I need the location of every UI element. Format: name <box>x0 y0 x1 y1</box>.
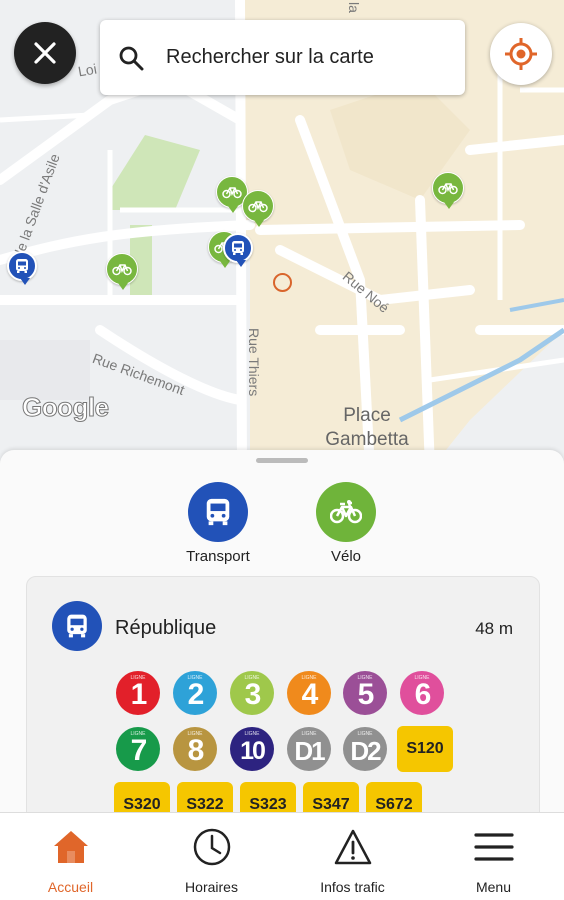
line-badge-3[interactable]: LIGNE 3 <box>230 671 274 715</box>
express-line-s322[interactable]: S322 <box>177 782 233 812</box>
line-badge-7[interactable]: LIGNE 7 <box>116 727 160 771</box>
selected-location-marker[interactable] <box>273 273 292 292</box>
google-logo: Google <box>22 392 110 423</box>
close-button[interactable] <box>14 22 76 84</box>
bus-stop-pin[interactable] <box>7 251 37 285</box>
line-number: D2 <box>350 735 381 766</box>
line-number: 8 <box>187 734 205 767</box>
line-number: 7 <box>130 734 148 767</box>
express-line-s120[interactable]: S120 <box>397 726 453 772</box>
bike-station-pin[interactable] <box>242 190 274 227</box>
bus-icon <box>16 259 28 273</box>
home-icon <box>49 825 93 869</box>
close-icon <box>34 42 56 64</box>
bus-icon <box>206 498 230 526</box>
line-prefix: LIGNE <box>357 675 373 681</box>
nav-item-accueil[interactable]: Accueil <box>0 813 141 900</box>
bike-icon <box>222 187 242 199</box>
nav-label: Horaires <box>185 879 238 895</box>
line-prefix: LIGNE <box>357 731 373 737</box>
bike-station-pin[interactable] <box>432 172 464 209</box>
line-prefix: LIGNE <box>301 731 317 737</box>
search-bar[interactable]: Rechercher sur la carte <box>100 20 465 95</box>
warning-icon <box>331 825 375 869</box>
line-prefix: LIGNE <box>130 731 146 737</box>
street-label-partial-la: la <box>346 2 362 13</box>
line-number: 3 <box>244 678 262 711</box>
street-label-partial-loi: Loi <box>76 60 98 80</box>
street-label-thiers: Rue Thiers <box>246 328 262 397</box>
line-prefix: LIGNE <box>187 731 203 737</box>
line-prefix: LIGNE <box>301 675 317 681</box>
stop-name: République <box>115 617 217 639</box>
line-number: D1 <box>294 735 325 766</box>
express-line-s320[interactable]: S320 <box>114 782 170 812</box>
line-number: 4 <box>301 678 319 711</box>
my-location-button[interactable] <box>490 23 552 85</box>
stop-distance: 48 m <box>475 619 513 638</box>
line-badge-4[interactable]: LIGNE 4 <box>287 671 331 715</box>
line-prefix: LIGNE <box>187 675 203 681</box>
mode-velo-button[interactable]: Vélo <box>291 482 401 565</box>
crosshair-location-icon <box>505 38 537 70</box>
stop-bus-icon <box>52 601 102 651</box>
line-badge-8[interactable]: LIGNE 8 <box>173 727 217 771</box>
velo-mode-circle <box>316 482 376 542</box>
line-number: 10 <box>240 736 266 765</box>
line-number: 6 <box>414 678 432 711</box>
nav-label: Infos trafic <box>320 879 385 895</box>
bike-station-pin[interactable] <box>106 253 138 290</box>
place-label-line-2: Gambetta <box>325 429 409 450</box>
nav-item-infos-trafic[interactable]: Infos trafic <box>282 813 423 900</box>
line-badge-d2[interactable]: LIGNE D2 <box>343 727 387 771</box>
line-number: 5 <box>357 678 375 711</box>
menu-icon <box>472 825 516 869</box>
line-prefix: LIGNE <box>244 675 260 681</box>
map-view[interactable]: de la Salle d'Asile Rue Richemont Rue Th… <box>0 0 564 470</box>
stop-card[interactable]: République 48 m LIGNE 1 LIGNE 2 LIGNE 3 … <box>26 576 540 812</box>
sheet-drag-handle[interactable] <box>256 458 308 463</box>
line-badge-1[interactable]: LIGNE 1 <box>116 671 160 715</box>
mode-transport-button[interactable]: Transport <box>163 482 273 565</box>
line-prefix: LIGNE <box>130 675 146 681</box>
express-line-s323[interactable]: S323 <box>240 782 296 812</box>
line-prefix: LIGNE <box>244 731 260 737</box>
search-icon <box>119 46 144 70</box>
search-placeholder[interactable]: Rechercher sur la carte <box>166 46 374 69</box>
express-line-s347[interactable]: S347 <box>303 782 359 812</box>
bike-icon <box>438 183 458 195</box>
line-prefix: LIGNE <box>414 675 430 681</box>
bottom-sheet[interactable]: Transport Vélo République 48 m LIGNE 1 L… <box>0 450 564 812</box>
bike-icon <box>248 201 268 213</box>
line-number: 1 <box>130 678 148 711</box>
bus-icon <box>232 241 244 255</box>
nav-item-horaires[interactable]: Horaires <box>141 813 282 900</box>
line-badge-2[interactable]: LIGNE 2 <box>173 671 217 715</box>
line-badge-10[interactable]: LIGNE 10 <box>230 727 274 771</box>
mode-velo-label: Vélo <box>330 548 362 565</box>
bus-icon <box>67 614 87 638</box>
mode-transport-label: Transport <box>186 548 250 565</box>
nav-label: Menu <box>475 879 512 895</box>
bike-icon <box>112 264 132 276</box>
express-line-s672[interactable]: S672 <box>366 782 422 812</box>
nav-item-menu[interactable]: Menu <box>423 813 564 900</box>
line-badge-5[interactable]: LIGNE 5 <box>343 671 387 715</box>
clock-icon <box>190 825 234 869</box>
transport-mode-circle <box>188 482 248 542</box>
bottom-navigation: Accueil Horaires Infos trafic Menu <box>0 812 564 900</box>
line-badge-6[interactable]: LIGNE 6 <box>400 671 444 715</box>
bicycle-icon <box>330 500 362 524</box>
line-number: 2 <box>187 678 205 711</box>
nav-label: Accueil <box>47 879 94 895</box>
place-label-line-1: Place <box>343 405 391 426</box>
line-badge-d1[interactable]: LIGNE D1 <box>287 727 331 771</box>
place-label: Place Gambetta <box>312 404 422 452</box>
bus-stop-pin[interactable] <box>223 233 253 267</box>
